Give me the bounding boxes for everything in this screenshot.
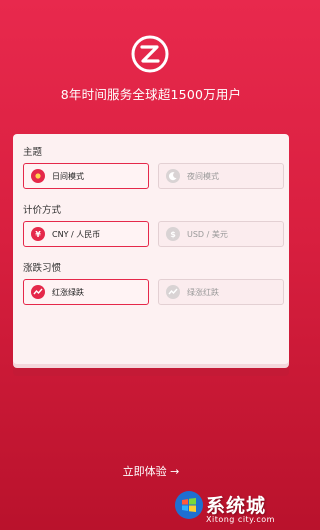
trend-icon xyxy=(31,285,45,299)
moon-icon xyxy=(166,169,180,183)
green-up-red-down-label: 绿涨红跌 xyxy=(187,287,219,297)
app-logo-icon xyxy=(131,35,169,73)
tagline: 8年时间服务全球超1500万用户 xyxy=(60,87,242,102)
yuan-icon: ¥ xyxy=(31,227,45,241)
red-up-green-down-option[interactable]: 红涨绿跌 xyxy=(23,279,149,305)
color-habit-section-label: 涨跌习惯 xyxy=(23,263,62,274)
currency-cny-option[interactable]: ¥ CNY / 人民币 xyxy=(23,221,149,247)
theme-night-label: 夜间模式 xyxy=(187,171,219,181)
theme-day-option[interactable]: 日间模式 xyxy=(23,163,149,189)
sun-icon xyxy=(31,169,45,183)
green-up-red-down-option[interactable]: 绿涨红跌 xyxy=(158,279,284,305)
red-up-green-down-label: 红涨绿跌 xyxy=(52,287,84,297)
currency-usd-label: USD / 美元 xyxy=(187,229,228,239)
dollar-icon: $ xyxy=(166,227,180,241)
currency-cny-label: CNY / 人民币 xyxy=(52,229,101,239)
try-now-button[interactable]: 立即体验 → xyxy=(0,463,302,479)
windows-logo-icon xyxy=(175,491,203,519)
settings-card: 主题 日间模式 夜间模式 计价方式 ¥ CNY / 人民币 $ USD / 美元… xyxy=(13,134,289,364)
currency-usd-option[interactable]: $ USD / 美元 xyxy=(158,221,284,247)
theme-day-label: 日间模式 xyxy=(52,171,84,181)
trend-icon xyxy=(166,285,180,299)
theme-night-option[interactable]: 夜间模式 xyxy=(158,163,284,189)
currency-section-label: 计价方式 xyxy=(23,205,62,216)
watermark: 系统城 Xitong city.com xyxy=(172,488,300,528)
watermark-text: 系统城 xyxy=(206,495,267,517)
theme-section-label: 主题 xyxy=(23,147,43,158)
watermark-subtext: Xitong city.com xyxy=(206,515,275,524)
